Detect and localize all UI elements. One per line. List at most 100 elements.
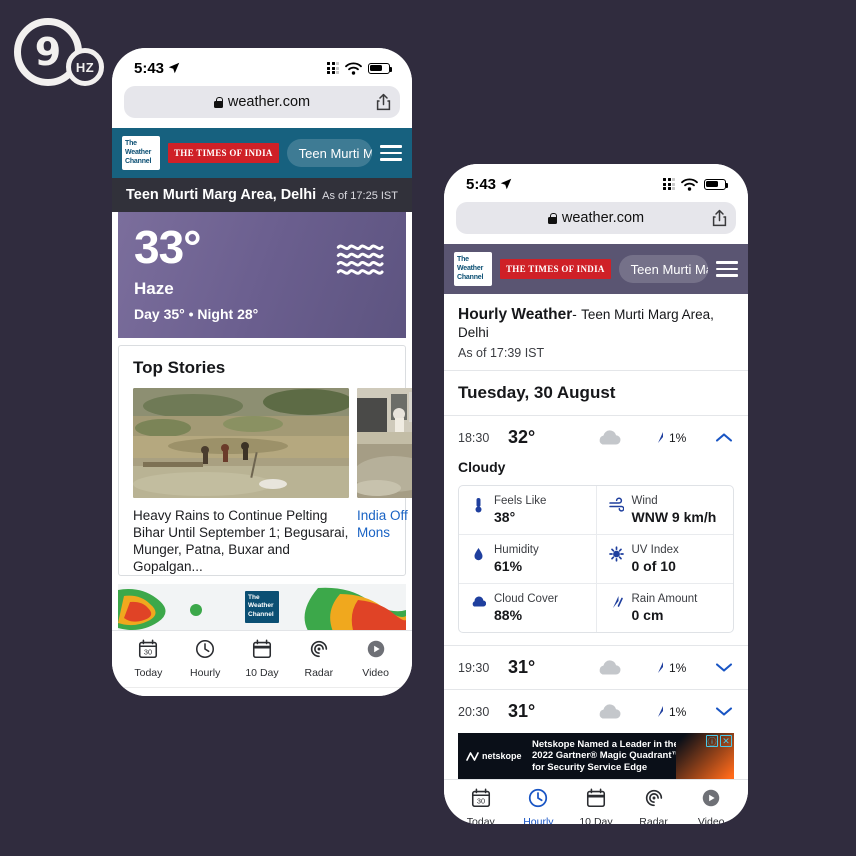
phone-left: 5:43 weather.com The Weather Channel THE… <box>112 48 412 696</box>
search-input-left[interactable]: Teen Murti Marg ... <box>286 139 372 167</box>
hour-time: 18:30 <box>458 430 490 445</box>
tab-radar[interactable]: Radar <box>290 638 347 681</box>
story-item-secondary[interactable]: India Off as Mons <box>357 387 412 575</box>
hourly-row-expanded[interactable]: 18:30 32° 1% <box>444 416 748 459</box>
tab-10day[interactable]: 10 Day <box>234 638 291 681</box>
sun-uv-icon <box>608 546 624 562</box>
tab-today[interactable]: 30 Today <box>452 787 510 824</box>
battery-icon <box>704 178 729 190</box>
ad-slot: netskope Netskope Named a Leader in the … <box>444 733 748 779</box>
status-time: 5:43 <box>466 175 497 193</box>
cloudy-icon <box>599 703 621 719</box>
chevron-up-icon[interactable] <box>714 431 734 444</box>
chevron-down-icon[interactable] <box>714 705 734 718</box>
battery-icon <box>368 62 393 74</box>
current-temperature: 33° <box>134 221 202 273</box>
status-clock-left: 5:43 <box>134 60 180 77</box>
netskope-logo-icon <box>466 751 479 761</box>
status-bar-right: 5:43 <box>444 164 748 198</box>
hourly-page-header: Hourly Weather- Teen Murti Marg Area, De… <box>444 294 748 371</box>
tab-label: 10 Day <box>579 816 613 824</box>
play-circle-icon <box>702 789 720 807</box>
detail-row: Cloud Cover 88% Rain Amount 0 cm <box>459 584 733 632</box>
detail-wind: Wind WNW 9 km/h <box>595 486 734 534</box>
times-of-india-badge-right[interactable]: THE TIMES OF INDIA <box>500 259 611 279</box>
thermometer-icon <box>475 498 482 513</box>
radar-icon <box>310 640 327 657</box>
top-stories-title: Top Stories <box>133 357 226 377</box>
radar-preview-strip[interactable]: The Weather Channel <box>118 583 406 630</box>
hour-precip: 1% <box>656 661 708 675</box>
share-icon[interactable] <box>376 93 391 111</box>
radar-strip-logo: The Weather Channel <box>245 590 279 623</box>
wifi-icon <box>345 61 362 75</box>
signal-icon <box>327 62 339 74</box>
day-night-temps: Day 35° • Night 28° <box>134 305 259 322</box>
story-thumbnail-street <box>357 387 412 498</box>
location-header-left: Teen Murti Marg Area, Delhi As of 17:25 … <box>112 178 412 212</box>
raindrop-icon <box>658 706 663 717</box>
tab-label: Hourly <box>523 816 554 824</box>
cloudy-icon <box>599 429 621 445</box>
hourly-row[interactable]: 19:30 31° 1% <box>444 645 748 689</box>
hourly-row[interactable]: 20:30 31° 1% <box>444 689 748 733</box>
detail-cloud-cover: Cloud Cover 88% <box>459 584 596 632</box>
ad-info-icon[interactable]: ⓘ <box>706 735 718 747</box>
story-item-primary[interactable]: Heavy Rains to Continue Pelting Bihar Un… <box>133 387 349 575</box>
tab-radar[interactable]: Radar <box>625 787 683 824</box>
svg-text:30: 30 <box>144 647 152 656</box>
calendar-icon <box>586 788 606 808</box>
ad-close-icon[interactable]: ✕ <box>720 735 732 747</box>
detail-row: Humidity 61% UV Index 0 of 10 <box>459 535 733 584</box>
share-icon[interactable] <box>712 209 727 227</box>
search-input-right[interactable]: Teen Murti Marg ... <box>618 255 708 283</box>
tab-10day[interactable]: 10 Day <box>567 787 625 824</box>
address-bar-right[interactable]: weather.com <box>456 202 736 234</box>
humidity-drop-icon <box>474 548 483 561</box>
tab-video[interactable]: Video <box>347 638 404 681</box>
site-tabbar-right: 30 Today Hourly 10 Day Radar Video <box>444 779 748 824</box>
location-arrow-icon <box>168 62 180 74</box>
haze-waves-icon <box>336 244 384 275</box>
hour-detail-grid: Feels Like 38° Wind WNW 9 km/h Humidity 61%… <box>458 485 734 633</box>
calendar-icon <box>252 639 272 658</box>
search-value-right: Teen Murti Marg ... <box>630 261 708 277</box>
day-header: Tuesday, 30 August <box>444 371 748 416</box>
radar-icon <box>645 789 662 807</box>
story-headline: Heavy Rains to Continue Pelting Bihar Un… <box>133 507 349 574</box>
tab-hourly[interactable]: Hourly <box>510 787 568 824</box>
weather-channel-logo-right[interactable]: The Weather Channel <box>454 252 492 286</box>
tab-label: 10 Day <box>245 666 279 679</box>
detail-rain-amount: Rain Amount 0 cm <box>595 584 734 632</box>
play-circle-icon <box>367 640 384 657</box>
location-name: Teen Murti Marg Area, Delhi <box>126 187 317 203</box>
tab-label: Today <box>466 816 495 824</box>
status-bar-left: 5:43 <box>112 48 412 82</box>
tab-video[interactable]: Video <box>682 787 740 824</box>
hamburger-icon[interactable] <box>716 261 738 277</box>
chevron-down-icon[interactable] <box>714 661 734 674</box>
tab-label: Today <box>134 666 163 679</box>
browser-urlbar-left: weather.com <box>112 82 412 128</box>
url-text: weather.com <box>561 210 645 226</box>
times-of-india-badge-left[interactable]: THE TIMES OF INDIA <box>168 143 279 163</box>
current-condition: Haze <box>134 278 174 298</box>
tab-label: Hourly <box>190 666 221 679</box>
calendar-30-icon: 30 <box>139 639 158 658</box>
current-conditions-card[interactable]: 33° Haze Day 35° • Night 28° <box>118 212 406 338</box>
story-list: Heavy Rains to Continue Pelting Bihar Un… <box>119 387 412 575</box>
top-stories-card: Top Stories Heavy Rains to Continue Pelt… <box>118 344 412 576</box>
url-text: weather.com <box>227 94 311 110</box>
site-nav-left: The Weather Channel THE TIMES OF INDIA T… <box>112 128 412 178</box>
weather-channel-logo-left[interactable]: The Weather Channel <box>122 136 160 170</box>
hour-temp: 31° <box>508 657 536 677</box>
tab-today[interactable]: 30 Today <box>120 638 177 681</box>
site-tabbar-left: 30 Today Hourly 10 Day Radar Video <box>112 629 412 687</box>
tab-hourly[interactable]: Hourly <box>177 638 234 681</box>
detail-humidity: Humidity 61% <box>459 535 596 583</box>
location-arrow-icon <box>500 178 512 190</box>
hamburger-icon[interactable] <box>380 145 402 161</box>
address-bar-left[interactable]: weather.com <box>124 86 400 118</box>
netskope-ad-banner[interactable]: netskope Netskope Named a Leader in the … <box>458 733 734 779</box>
clock-icon <box>529 788 548 808</box>
